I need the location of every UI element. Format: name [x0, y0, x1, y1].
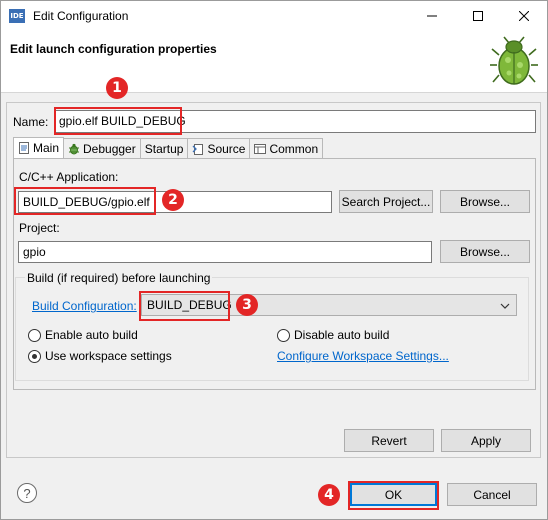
build-group-title: Build (if required) before launching [25, 271, 213, 285]
tab-common-label: Common [269, 141, 319, 156]
enable-auto-build-label: Enable auto build [45, 328, 138, 342]
project-input[interactable]: gpio [18, 241, 432, 263]
tab-source[interactable]: Source [188, 138, 251, 159]
annotation-marker-1: 1 [106, 77, 128, 99]
tab-main-label: Main [33, 141, 60, 155]
title-bar: IDE Edit Configuration [1, 1, 547, 31]
close-icon [519, 11, 529, 21]
revert-button[interactable]: Revert [344, 429, 434, 452]
tab-common[interactable]: Common [250, 138, 324, 159]
tab-debugger-label: Debugger [83, 141, 136, 156]
tab-source-label: Source [207, 141, 246, 156]
tab-startup-label: Startup [144, 141, 184, 156]
application-label: C/C++ Application: [19, 170, 119, 184]
use-workspace-settings-radio[interactable]: Use workspace settings [28, 349, 172, 363]
annotation-marker-2: 2 [162, 189, 184, 211]
enable-auto-build-radio[interactable]: Enable auto build [28, 328, 138, 342]
maximize-icon [473, 11, 483, 21]
chevron-down-icon [500, 303, 510, 309]
help-icon[interactable]: ? [17, 483, 37, 503]
search-project-button[interactable]: Search Project... [339, 190, 433, 213]
debugger-bug-icon [69, 143, 80, 154]
use-workspace-settings-label: Use workspace settings [45, 349, 172, 363]
browse-application-button[interactable]: Browse... [440, 190, 530, 213]
radio-selected-icon [28, 349, 41, 363]
radio-icon [28, 328, 41, 342]
disable-auto-build-radio[interactable]: Disable auto build [277, 328, 389, 342]
header-title: Edit launch configuration properties [10, 42, 217, 56]
cancel-button[interactable]: Cancel [447, 483, 537, 506]
name-label: Name: [13, 115, 49, 129]
annotation-marker-4: 4 [318, 484, 340, 506]
common-icon [254, 143, 267, 154]
debug-bug-logo-icon [490, 36, 538, 85]
maximize-button[interactable] [455, 1, 501, 31]
minimize-button[interactable] [409, 1, 455, 31]
minimize-icon [427, 15, 437, 17]
dialog-header: Edit launch configuration properties [1, 31, 547, 93]
source-icon [192, 143, 204, 155]
radio-icon [277, 328, 290, 342]
disable-auto-build-label: Disable auto build [294, 328, 390, 342]
build-configuration-link[interactable]: Build Configuration: [32, 299, 137, 313]
tab-debugger[interactable]: Debugger [64, 138, 141, 159]
close-button[interactable] [501, 1, 547, 31]
annotation-box-name [54, 107, 182, 135]
tab-startup[interactable]: Startup [140, 138, 189, 159]
config-tabs: Main Debugger Startup Source Common [13, 137, 324, 159]
annotation-box-ok [348, 481, 439, 510]
project-label: Project: [19, 221, 60, 235]
annotation-box-application [14, 187, 156, 215]
tab-main[interactable]: Main [13, 137, 65, 159]
ide-app-icon: IDE [9, 9, 25, 23]
window-title: Edit Configuration [33, 9, 129, 23]
annotation-marker-3: 3 [236, 294, 258, 316]
edit-configuration-dialog: IDE Edit Configuration Edit launch confi… [0, 0, 548, 520]
configure-workspace-settings-link[interactable]: Configure Workspace Settings... [277, 349, 449, 363]
annotation-box-build-config [139, 291, 230, 321]
main-tab-icon [19, 142, 29, 154]
apply-button[interactable]: Apply [441, 429, 531, 452]
browse-project-button[interactable]: Browse... [440, 240, 530, 263]
